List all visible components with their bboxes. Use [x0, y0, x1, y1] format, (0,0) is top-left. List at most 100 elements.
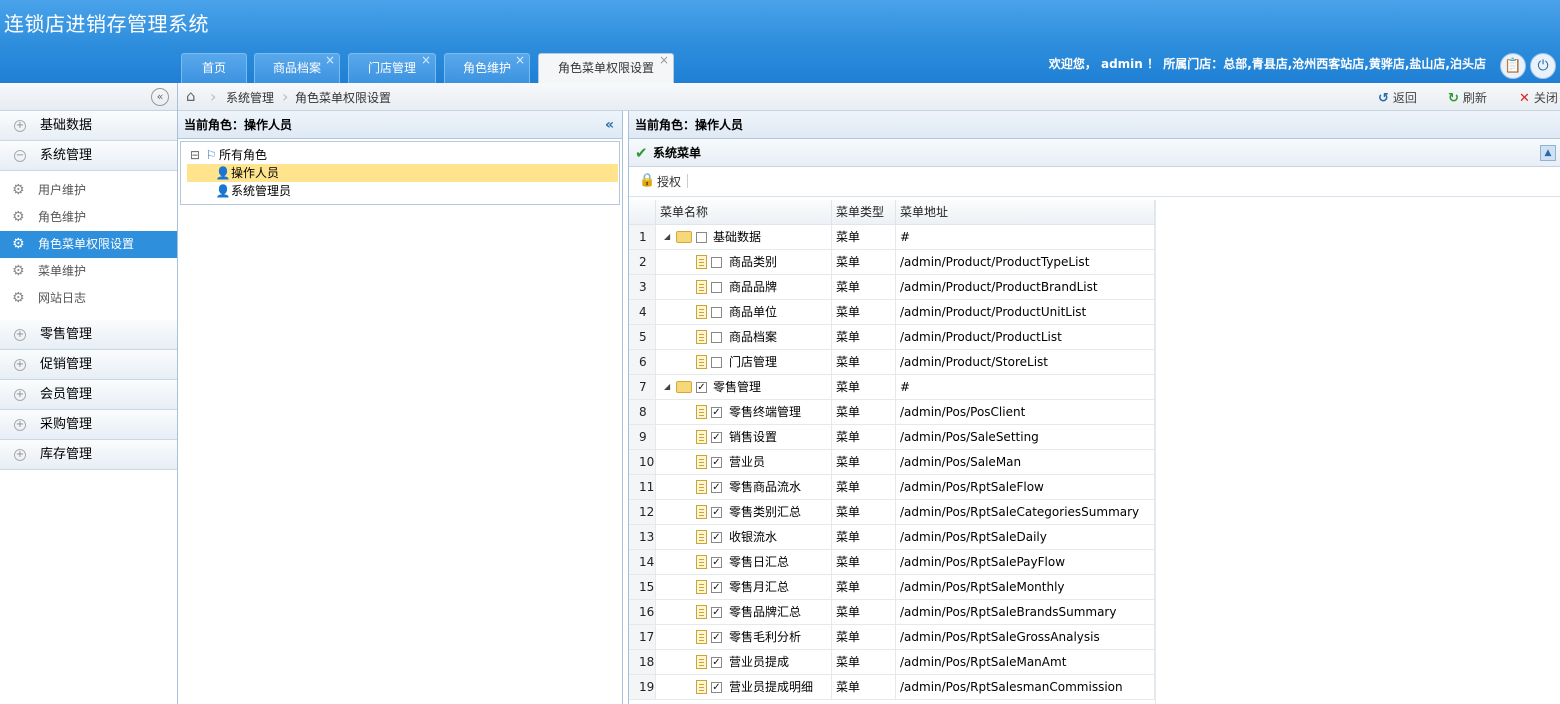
table-row[interactable]: 7 ◢ ✓ 零售管理 菜单 # [629, 375, 1155, 400]
collapse-up-icon[interactable]: ▲ [1540, 145, 1556, 161]
row-number: 7 [629, 375, 656, 400]
menu-checkbox[interactable]: ✓ [711, 457, 722, 468]
sidebar-group-system[interactable]: − 系统管理 [0, 141, 177, 171]
sidebar-group-inventory[interactable]: + 库存管理 [0, 440, 177, 470]
collapse-icon[interactable]: « [605, 111, 614, 139]
menu-type-cell: 菜单 [832, 625, 896, 650]
column-header-type[interactable]: 菜单类型 [832, 200, 896, 225]
tree-node-root[interactable]: ⊟ ⚐ 所有角色 [187, 146, 267, 164]
power-icon[interactable]: ⏻ [1530, 53, 1556, 79]
table-row[interactable]: 10 ✓ 营业员 菜单/admin/Pos/SaleMan [629, 450, 1155, 475]
column-header-url[interactable]: 菜单地址 [896, 200, 1155, 225]
sidebar-item-site-log[interactable]: ⚙ 网站日志 [0, 285, 177, 312]
menu-checkbox[interactable]: ✓ [711, 507, 722, 518]
table-row[interactable]: 3 商品品牌 菜单/admin/Product/ProductBrandList [629, 275, 1155, 300]
breadcrumb: ⌂ › 系统管理 › 角色菜单权限设置 ↺ 返回 ↻ 刷新 ✕ 关闭 [178, 83, 1560, 111]
menu-name-cell: ✓ 营业员提成明细 [656, 675, 832, 700]
menu-checkbox[interactable] [711, 332, 722, 343]
menu-checkbox[interactable]: ✓ [711, 607, 722, 618]
tree-node-admin[interactable]: 👤系统管理员 [215, 182, 292, 200]
authorize-button[interactable]: 授权 [657, 173, 681, 190]
collapse-icon[interactable]: « [151, 88, 169, 106]
sidebar-group-retail[interactable]: + 零售管理 [0, 320, 177, 350]
menu-checkbox[interactable]: ✓ [711, 532, 722, 543]
menu-type-cell: 菜单 [832, 675, 896, 700]
document-icon [696, 480, 707, 494]
table-row[interactable]: 15 ✓ 零售月汇总 菜单/admin/Pos/RptSaleMonthly [629, 575, 1155, 600]
tree-node-operator[interactable]: 👤操作人员 [187, 164, 618, 182]
sidebar-item-menu-maintenance[interactable]: ⚙ 菜单维护 [0, 258, 177, 285]
collapse-tree-icon[interactable]: ⊟ [187, 146, 203, 164]
menu-panel-header: 当前角色：操作人员 [629, 111, 1560, 139]
tab-store-management[interactable]: 门店管理 × [348, 53, 436, 83]
table-row[interactable]: 18 ✓ 营业员提成 菜单/admin/Pos/RptSaleManAmt [629, 650, 1155, 675]
menu-checkbox[interactable]: ✓ [711, 407, 722, 418]
grid-toolbar: 🔒 授权 [629, 167, 1560, 197]
close-icon[interactable]: × [421, 46, 431, 74]
close-icon[interactable]: × [325, 46, 335, 74]
back-button[interactable]: ↺ 返回 [1378, 89, 1417, 106]
menu-name-cell: ✓ 营业员提成 [656, 650, 832, 675]
table-row[interactable]: 1 ◢ 基础数据 菜单 # [629, 225, 1155, 250]
breadcrumb-item[interactable]: 系统管理 [226, 89, 274, 106]
close-icon[interactable]: × [659, 46, 669, 74]
expand-triangle-icon[interactable]: ◢ [664, 375, 670, 399]
menu-name: 零售日汇总 [729, 555, 790, 569]
table-row[interactable]: 9 ✓ 销售设置 菜单/admin/Pos/SaleSetting [629, 425, 1155, 450]
menu-checkbox[interactable]: ✓ [711, 432, 722, 443]
menu-checkbox[interactable] [711, 357, 722, 368]
menu-checkbox[interactable] [711, 282, 722, 293]
menu-url-cell: /admin/Product/ProductTypeList [896, 250, 1155, 275]
tab-home[interactable]: 首页 [181, 53, 247, 83]
home-icon[interactable]: ⌂ [186, 88, 204, 104]
menu-name: 门店管理 [729, 355, 778, 369]
table-row[interactable]: 12 ✓ 零售类别汇总 菜单/admin/Pos/RptSaleCategoriesS… [629, 500, 1155, 525]
menu-checkbox[interactable]: ✓ [711, 657, 722, 668]
tab-role-menu-permission[interactable]: 角色菜单权限设置 × [538, 53, 674, 83]
table-row[interactable]: 17 ✓ 零售毛利分析 菜单/admin/Pos/RptSaleGrossAnalys… [629, 625, 1155, 650]
row-number: 13 [629, 525, 656, 550]
tab-role-maintenance[interactable]: 角色维护 × [444, 53, 530, 83]
tab-label: 角色维护 [462, 61, 511, 75]
table-row[interactable]: 6 门店管理 菜单/admin/Product/StoreList [629, 350, 1155, 375]
sidebar-item-user-maintenance[interactable]: ⚙ 用户维护 [0, 177, 177, 204]
close-button[interactable]: ✕ 关闭 [1519, 89, 1558, 106]
menu-checkbox[interactable] [696, 232, 707, 243]
tab-label: 门店管理 [367, 61, 416, 75]
table-row[interactable]: 16 ✓ 零售品牌汇总 菜单/admin/Pos/RptSaleBrandsSumma… [629, 600, 1155, 625]
menu-url-cell: /admin/Pos/SaleMan [896, 450, 1155, 475]
menu-name-cell: ✓ 零售日汇总 [656, 550, 832, 575]
clipboard-icon[interactable]: 📋 [1500, 53, 1526, 79]
refresh-button[interactable]: ↻ 刷新 [1448, 89, 1487, 106]
menu-checkbox[interactable]: ✓ [711, 482, 722, 493]
menu-checkbox[interactable] [711, 257, 722, 268]
column-header-name[interactable]: 菜单名称 [656, 200, 832, 225]
tab-product-archive[interactable]: 商品档案 × [254, 53, 340, 83]
table-row[interactable]: 13 ✓ 收银流水 菜单/admin/Pos/RptSaleDaily [629, 525, 1155, 550]
table-row[interactable]: 19 ✓ 营业员提成明细 菜单/admin/Pos/RptSalesmanCommis… [629, 675, 1155, 700]
menu-checkbox[interactable]: ✓ [711, 682, 722, 693]
sidebar-item-role-menu-permission[interactable]: ⚙ 角色菜单权限设置 [0, 231, 177, 258]
menu-checkbox[interactable]: ✓ [696, 382, 707, 393]
table-row[interactable]: 8 ✓ 零售终端管理 菜单/admin/Pos/PosClient [629, 400, 1155, 425]
sidebar-group-purchase[interactable]: + 采购管理 [0, 410, 177, 440]
table-row[interactable]: 4 商品单位 菜单/admin/Product/ProductUnitList [629, 300, 1155, 325]
gear-icon: ⚙ [12, 209, 25, 225]
menu-checkbox[interactable]: ✓ [711, 582, 722, 593]
menu-checkbox[interactable] [711, 307, 722, 318]
sidebar-group-member[interactable]: + 会员管理 [0, 380, 177, 410]
table-row[interactable]: 2 商品类别 菜单/admin/Product/ProductTypeList [629, 250, 1155, 275]
sidebar-group-basic-data[interactable]: + 基础数据 [0, 111, 177, 141]
expand-triangle-icon[interactable]: ◢ [664, 225, 670, 249]
table-row[interactable]: 14 ✓ 零售日汇总 菜单/admin/Pos/RptSalePayFlow [629, 550, 1155, 575]
close-icon[interactable]: × [515, 46, 525, 74]
sidebar-item-role-maintenance[interactable]: ⚙ 角色维护 [0, 204, 177, 231]
menu-checkbox[interactable]: ✓ [711, 632, 722, 643]
sidebar-group-promotion[interactable]: + 促销管理 [0, 350, 177, 380]
table-row[interactable]: 11 ✓ 零售商品流水 菜单/admin/Pos/RptSaleFlow [629, 475, 1155, 500]
menu-name-cell: ✓ 零售品牌汇总 [656, 600, 832, 625]
row-number: 2 [629, 250, 656, 275]
menu-checkbox[interactable]: ✓ [711, 557, 722, 568]
table-row[interactable]: 5 商品档案 菜单/admin/Product/ProductList [629, 325, 1155, 350]
menu-name-cell: 商品类别 [656, 250, 832, 275]
